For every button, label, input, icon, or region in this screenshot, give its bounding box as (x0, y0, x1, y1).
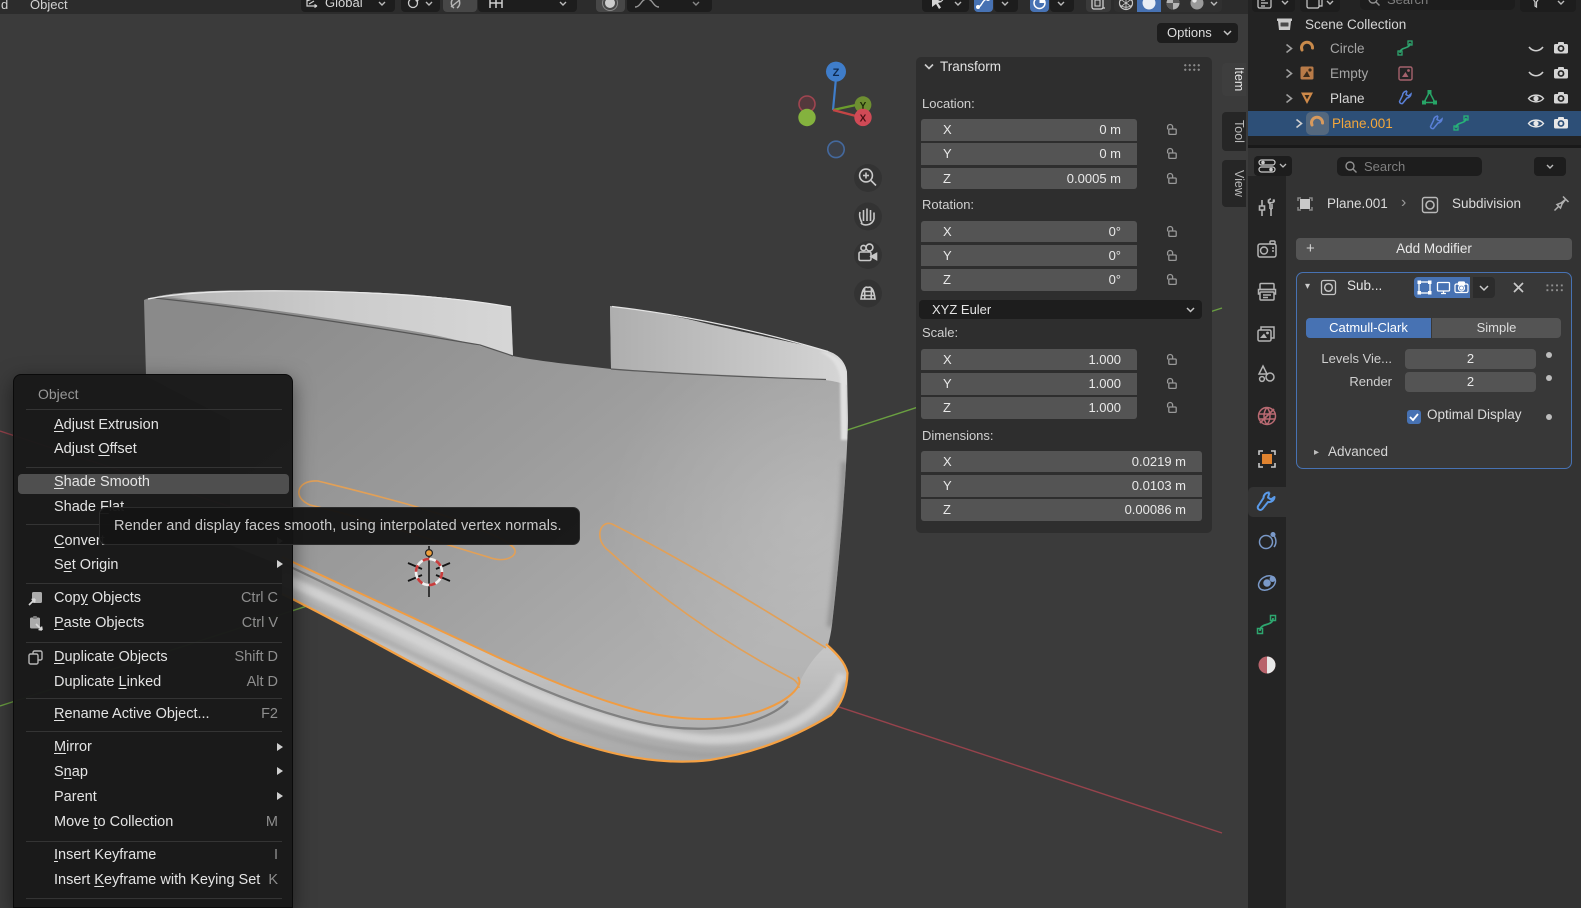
svg-text:X: X (860, 114, 867, 125)
svg-text:Z: Z (833, 67, 840, 79)
